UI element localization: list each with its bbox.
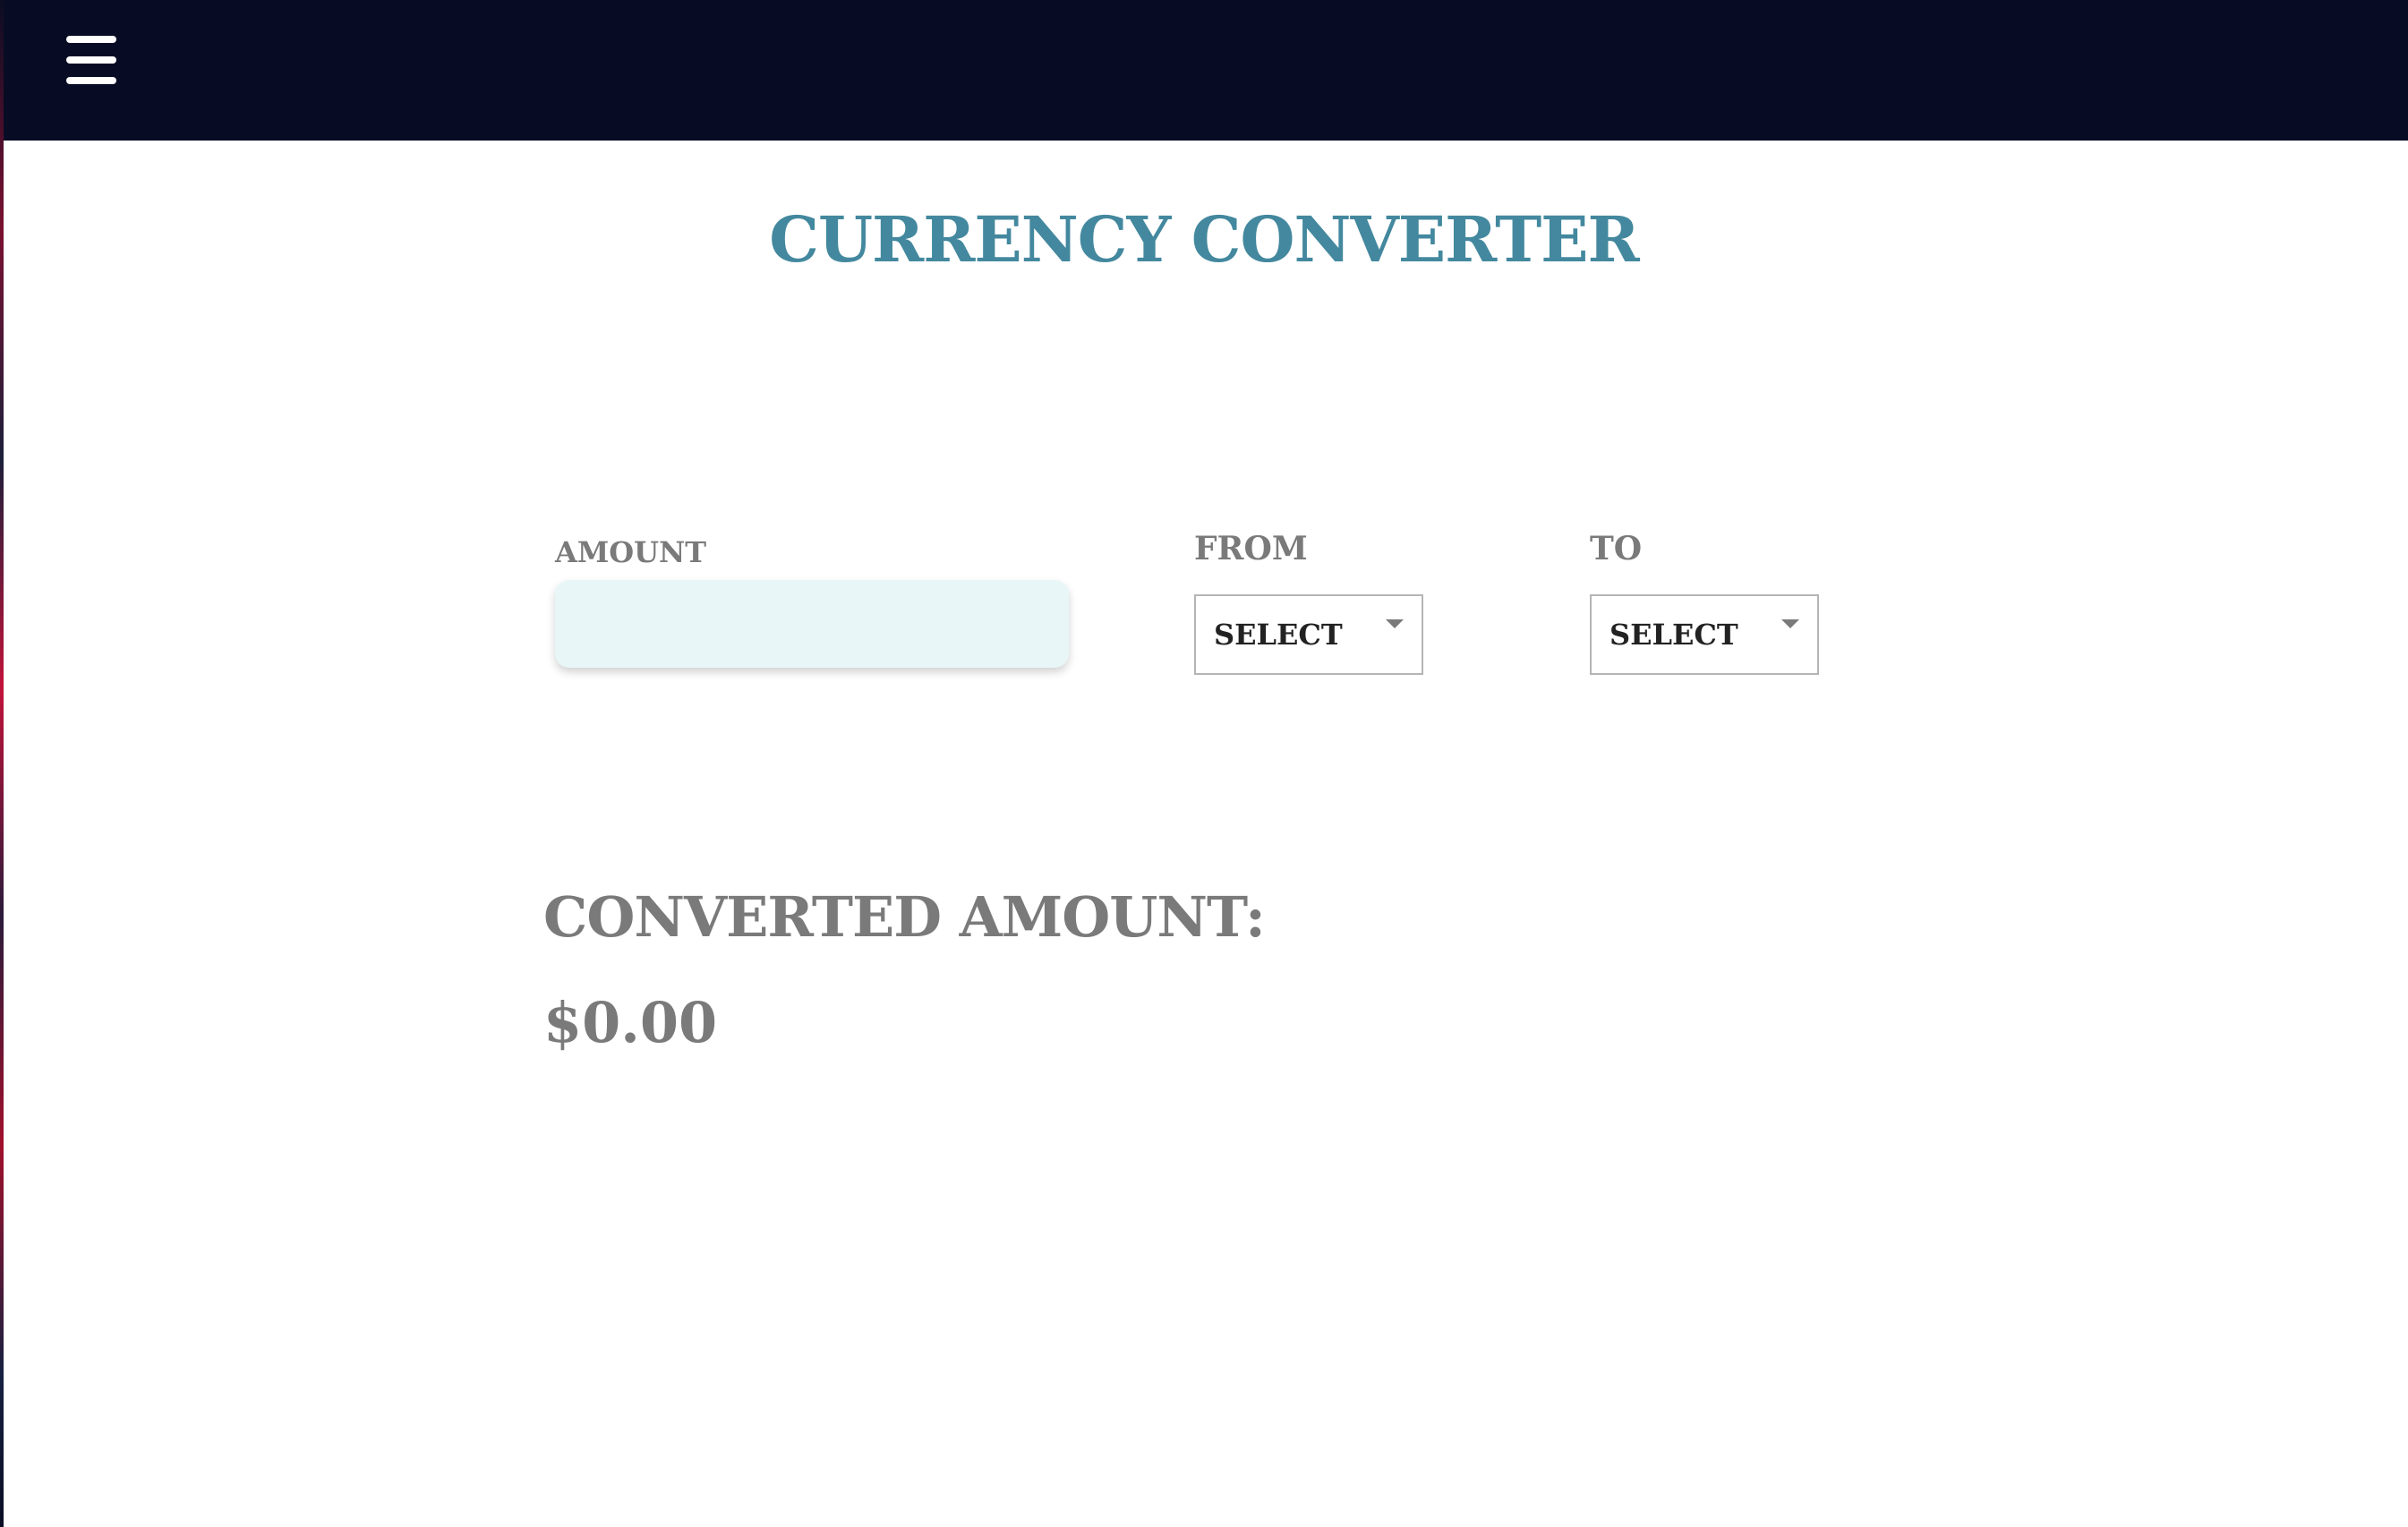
from-select-value: SELECT (1214, 618, 1343, 652)
amount-label: AMOUNT (555, 535, 707, 569)
from-currency-select[interactable]: SELECT (1194, 594, 1423, 675)
hamburger-menu-icon (66, 36, 116, 84)
caret-down-icon (1781, 619, 1799, 628)
from-label: FROM (1194, 530, 1308, 567)
caret-down-icon (1386, 619, 1404, 628)
to-currency-select[interactable]: SELECT (1590, 594, 1819, 675)
converted-amount-label: CONVERTED AMOUNT: (543, 884, 1266, 950)
menu-button[interactable] (64, 34, 118, 86)
to-label: TO (1590, 530, 1643, 567)
amount-input[interactable] (555, 580, 1069, 668)
top-navbar (4, 0, 2408, 141)
to-select-value: SELECT (1610, 618, 1738, 652)
page-title: CURRENCY CONVERTER (769, 202, 1639, 277)
converted-amount-value: $0.00 (543, 990, 718, 1055)
